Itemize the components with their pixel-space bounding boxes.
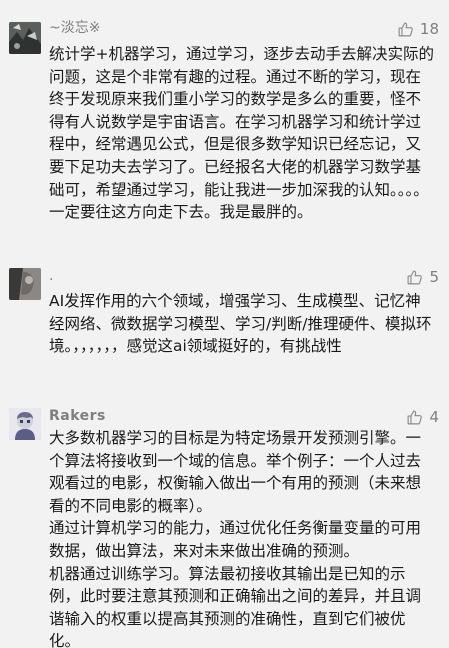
avatar[interactable] (9, 408, 41, 440)
like-button[interactable]: 4 (406, 407, 439, 427)
comment-paragraph: 通过计算机学习的能力，通过优化任务衡量变量的可用数据，做出算法，来对未来做出准确… (49, 519, 422, 560)
thumbs-up-icon (397, 21, 414, 38)
comment-text: 大多数机器学习的目标是为特定场景开发预测引擎。一个算法将接收到一个域的信息。举个… (49, 427, 435, 648)
username[interactable]: Rakers (49, 407, 106, 425)
thumbs-up-icon (406, 269, 423, 286)
avatar[interactable] (9, 268, 41, 300)
comment-text: 统计学+机器学习，通过学习，逐步去动手去解决实际的问题，这是个非常有趣的过程。通… (49, 43, 435, 224)
like-button[interactable]: 18 (397, 19, 439, 39)
comment-list: ~淡忘※ 18 统计学+机器学习，通过学习，逐步去动手去解决实际的问题，这是个非… (0, 0, 449, 648)
comment-text: AI发挥作用的六个领域，增强学习、生成模型、记忆神经网络、微数据学习模型、学习/… (49, 290, 435, 358)
username[interactable]: . (49, 267, 53, 285)
comment-paragraph: 大多数机器学习的目标是为特定场景开发预测引擎。一个算法将接收到一个域的信息。举个… (49, 429, 422, 515)
like-count: 5 (429, 268, 439, 286)
username[interactable]: ~淡忘※ (49, 19, 100, 37)
comment-paragraph: 机器通过训练学习。算法最初接收其输出是已知的示例，此时要注意其预测和正确输出之间… (49, 564, 422, 648)
comment-paragraph: AI发挥作用的六个领域，增强学习、生成模型、记忆神经网络、微数据学习模型、学习/… (49, 292, 432, 356)
like-count: 18 (419, 20, 439, 38)
like-button[interactable]: 5 (406, 267, 439, 287)
avatar[interactable] (9, 22, 41, 54)
thumbs-up-icon (406, 409, 423, 426)
comment-paragraph: 统计学+机器学习，通过学习，逐步去动手去解决实际的问题，这是个非常有趣的过程。通… (49, 45, 434, 222)
like-count: 4 (429, 408, 439, 426)
